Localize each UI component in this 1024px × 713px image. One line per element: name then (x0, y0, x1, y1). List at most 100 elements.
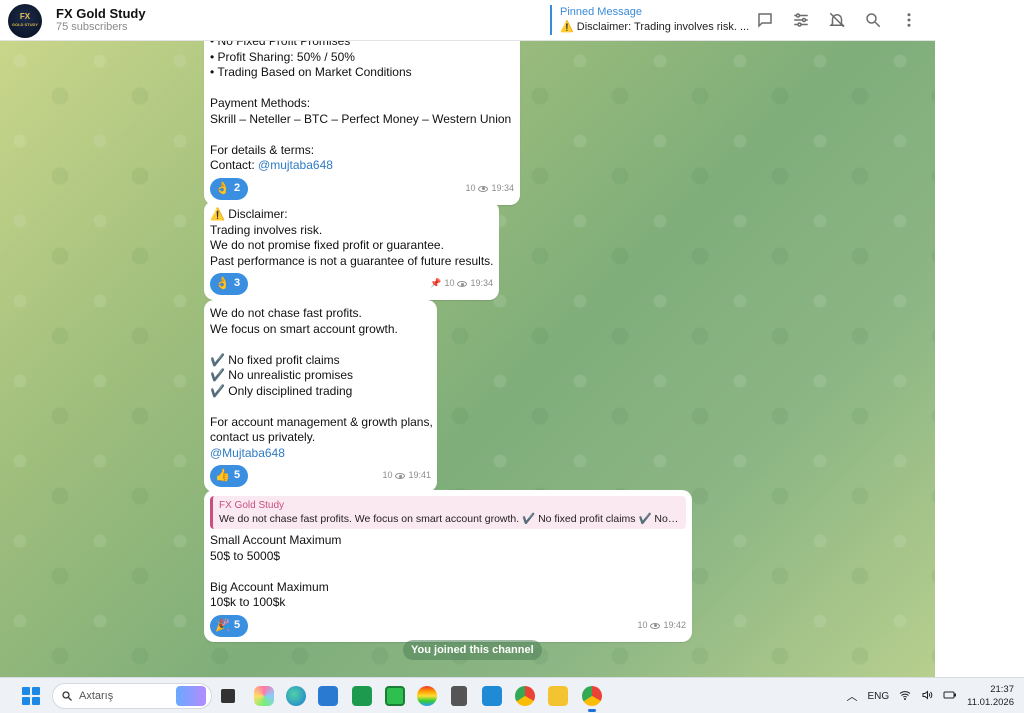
ok-hand-emoji-icon: 👌 (215, 276, 230, 291)
chat-area[interactable]: • No Fixed Profit Promises • Profit Shar… (0, 41, 935, 677)
message-line: Payment Methods: (210, 96, 311, 110)
mute-bell-icon[interactable] (825, 8, 849, 32)
message-line (210, 564, 686, 580)
contact-link[interactable]: @Mujtaba648 (210, 446, 431, 462)
pinned-text: ⚠️ Disclaimer: Trading involves risk. ..… (560, 21, 750, 33)
message-meta: 📌 10 19:34 (430, 276, 493, 292)
message-time: 19:41 (408, 470, 431, 481)
message-line: 10$k to 100$k (210, 595, 286, 609)
color-wheel-icon[interactable] (417, 686, 437, 706)
message-line: Trading involves risk. (210, 222, 323, 237)
message-footer: 👌 2 10 19:34 (210, 177, 514, 200)
message-line: • Trading Based on Market Conditions (210, 65, 412, 79)
message-line: Contact: @mujtaba648 (210, 158, 514, 174)
channel-avatar[interactable]: FX GOLD STUDY (8, 4, 42, 38)
message-line: ✔️ No unrealistic promises (210, 368, 353, 382)
view-count: 10 (444, 278, 455, 289)
reaction-count: 5 (233, 618, 241, 631)
chat-icon[interactable] (753, 8, 777, 32)
message-1[interactable]: • No Fixed Profit Promises • Profit Shar… (204, 41, 520, 205)
pinned-message[interactable]: Pinned Message ⚠️ Disclaimer: Trading in… (550, 5, 749, 35)
volume-icon[interactable] (921, 689, 933, 704)
reaction-chip[interactable]: 👍 5 (210, 465, 249, 487)
chrome-profile-icon[interactable] (582, 686, 602, 712)
folder-icon[interactable] (548, 686, 568, 706)
contact-link[interactable]: @mujtaba648 (258, 158, 333, 172)
message-line: Skrill – Neteller – BTC – Perfect Money … (210, 111, 512, 126)
calculator-icon[interactable] (451, 686, 467, 706)
message-meta: 10 19:34 (465, 181, 514, 197)
right-panel (935, 0, 1024, 677)
message-time: 19:34 (491, 182, 514, 193)
vscode-icon[interactable] (482, 686, 502, 706)
avatar-text: FX (19, 12, 31, 21)
message-line: ✔️ No fixed profit claims (210, 352, 340, 367)
chat-header: FX GOLD STUDY FX Gold Study 75 subscribe… (0, 0, 935, 41)
message-footer: 👍 5 10 19:41 (210, 465, 431, 487)
message-line: We focus on smart account growth. (210, 321, 398, 336)
view-count: 10 (382, 470, 393, 481)
message-line: For account management & growth plans, (210, 414, 433, 429)
reaction-count: 5 (233, 469, 241, 482)
channel-title[interactable]: FX Gold Study (56, 6, 146, 21)
battery-icon[interactable] (943, 689, 957, 704)
settings-sliders-icon[interactable] (789, 8, 813, 32)
eye-icon (395, 473, 406, 479)
message-meta: 10 19:41 (382, 468, 431, 484)
thumbs-up-emoji-icon: 👍 (215, 468, 230, 483)
message-line (210, 399, 431, 415)
message-line: 50$ to 5000$ (210, 548, 281, 563)
message-time: 19:34 (470, 278, 493, 289)
language-indicator[interactable]: ENG (867, 691, 889, 702)
eye-icon (650, 622, 661, 629)
task-view-icon[interactable] (221, 689, 235, 703)
chevron-up-icon[interactable]: ︿ (846, 688, 857, 704)
message-footer: 🎉 5 10 19:42 (210, 614, 686, 637)
more-vertical-icon[interactable] (897, 8, 921, 32)
avatar-subtext: GOLD STUDY (11, 22, 39, 27)
windows-start-icon[interactable] (22, 687, 40, 705)
message-footer: 👌 3 📌 10 19:34 (210, 273, 493, 295)
clock-time: 21:37 (990, 684, 1014, 695)
reply-quote[interactable]: FX Gold Study We do not chase fast profi… (210, 496, 686, 529)
taskbar: Axtarış ︿ ENG 21:37 11.01.2026 (0, 677, 1024, 713)
contact-label: Contact: (210, 158, 259, 172)
message-line (210, 127, 514, 143)
message-meta: 10 19:42 (637, 618, 686, 634)
eye-icon (457, 281, 468, 287)
message-line: Past performance is not a guarantee of f… (210, 253, 494, 268)
chrome-icon[interactable] (515, 686, 535, 706)
reaction-chip[interactable]: 👌 2 (210, 177, 249, 200)
green-app-icon[interactable] (385, 686, 405, 706)
search-icon[interactable] (861, 8, 885, 32)
message-line: contact us privately. (210, 430, 316, 444)
subscriber-count: 75 subscribers (56, 21, 128, 33)
pinned-label: Pinned Message (560, 6, 642, 18)
pin-icon: 📌 (430, 278, 442, 289)
quote-author: FX Gold Study (219, 500, 285, 511)
reaction-count: 3 (233, 277, 241, 290)
message-2[interactable]: ⚠️ Disclaimer: Trading involves risk. We… (204, 201, 499, 300)
reaction-chip[interactable]: 🎉 5 (210, 614, 249, 637)
store-icon[interactable] (318, 686, 338, 706)
edge-icon[interactable] (286, 686, 306, 706)
message-line: Small Account Maximum (210, 533, 342, 547)
message-line (210, 337, 431, 353)
clock-date: 11.01.2026 (967, 697, 1014, 708)
message-line: • No Fixed Profit Promises (210, 41, 351, 48)
widgets-icon[interactable] (176, 686, 206, 706)
wifi-icon[interactable] (899, 689, 911, 704)
message-line: ✔️ Only disciplined trading (210, 383, 353, 398)
reaction-chip[interactable]: 👌 3 (210, 273, 249, 295)
search-placeholder: Axtarış (79, 690, 114, 702)
message-3[interactable]: We do not chase fast profits. We focus o… (204, 300, 437, 492)
message-4[interactable]: FX Gold Study We do not chase fast profi… (204, 490, 692, 642)
clock[interactable]: 21:37 11.01.2026 (967, 683, 1014, 709)
view-count: 10 (637, 619, 648, 630)
excel-icon[interactable] (352, 686, 372, 706)
search-icon (62, 691, 72, 701)
reaction-count: 2 (233, 181, 241, 194)
message-time: 19:42 (663, 619, 686, 630)
party-popper-emoji-icon: 🎉 (215, 617, 230, 632)
copilot-icon[interactable] (254, 686, 274, 706)
